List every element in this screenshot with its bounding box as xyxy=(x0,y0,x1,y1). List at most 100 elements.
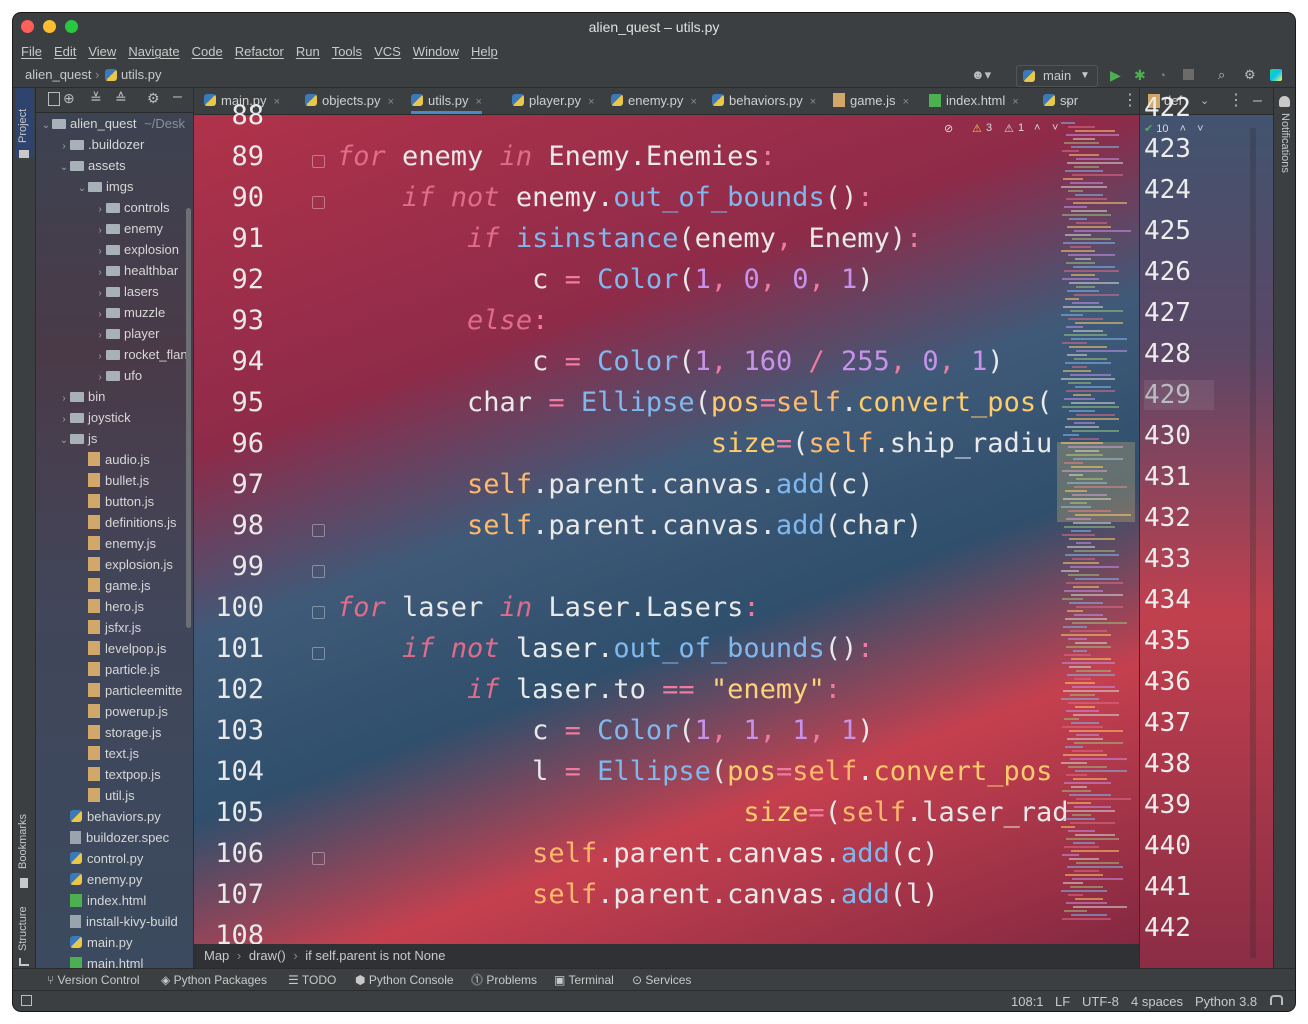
user-icon[interactable]: ☻▾ xyxy=(971,63,991,87)
menu-item-help[interactable]: Help xyxy=(471,41,498,63)
code-line[interactable]: else: xyxy=(337,305,548,336)
chevron-right-icon[interactable]: › xyxy=(94,262,106,283)
tree-item[interactable]: particleemitte xyxy=(36,680,193,701)
menu-item-view[interactable]: View xyxy=(88,41,116,63)
code-line[interactable]: for laser in Laser.Lasers: xyxy=(337,592,760,623)
tree-item[interactable]: ⌄ assets xyxy=(36,155,193,176)
tool-window-todo[interactable]: ☰ TODO xyxy=(288,969,336,991)
jetbrains-logo-icon[interactable] xyxy=(1270,69,1282,81)
chevron-right-icon[interactable]: › xyxy=(58,136,70,157)
tree-item[interactable]: install-kivy-build xyxy=(36,911,193,932)
tree-item[interactable]: audio.js xyxy=(36,449,193,470)
zoom-window-button[interactable] xyxy=(65,20,78,33)
tree-item[interactable]: button.js xyxy=(36,491,193,512)
line-separator[interactable]: LF xyxy=(1055,991,1070,1011)
menu-item-code[interactable]: Code xyxy=(192,41,223,63)
code-line[interactable]: if not laser.out_of_bounds(): xyxy=(337,633,873,664)
menu-item-navigate[interactable]: Navigate xyxy=(128,41,179,63)
code-line[interactable]: c = Color(1, 1, 1, 1) xyxy=(337,715,874,746)
fold-marker-icon[interactable] xyxy=(312,565,325,578)
breadcrumb-file[interactable]: utils.py xyxy=(121,63,161,87)
fold-marker-icon[interactable] xyxy=(312,647,325,660)
more-icon[interactable]: ⋮ xyxy=(1122,88,1138,114)
code-line[interactable]: for enemy in Enemy.Enemies: xyxy=(337,141,776,172)
chevron-down-icon[interactable]: ⌄ xyxy=(76,178,88,199)
lock-icon[interactable] xyxy=(1270,995,1283,1005)
notifications-tool-label[interactable]: Notifications xyxy=(1279,113,1291,173)
code-line[interactable]: l = Ellipse(pos=self.convert_pos xyxy=(337,756,1052,787)
code-line[interactable]: self.parent.canvas.add(char) xyxy=(337,510,922,541)
tree-item[interactable]: levelpop.js xyxy=(36,638,193,659)
tree-item[interactable]: ⌄ js xyxy=(36,428,193,449)
run-config-selector[interactable]: main ▼ xyxy=(1016,65,1098,87)
tab-enemy-py[interactable]: enemy.py × xyxy=(611,88,697,114)
chevron-down-icon[interactable]: ⌄ xyxy=(58,430,70,451)
fold-marker-icon[interactable] xyxy=(312,196,325,209)
code-line[interactable]: size=(self.ship_radiu xyxy=(337,428,1052,459)
code-line[interactable]: self.parent.canvas.add(c) xyxy=(337,838,938,869)
chevron-right-icon[interactable]: › xyxy=(94,325,106,346)
tree-item[interactable]: explosion.js xyxy=(36,554,193,575)
tree-item[interactable]: particle.js xyxy=(36,659,193,680)
menu-item-run[interactable]: Run xyxy=(296,41,320,63)
structure-tool-label[interactable]: Structure xyxy=(17,906,29,951)
toggle-tool-windows-icon[interactable] xyxy=(21,995,32,1006)
close-tab-icon[interactable]: × xyxy=(385,96,394,108)
tab-behaviors-py[interactable]: behaviors.py × xyxy=(712,88,816,114)
tab-index-html[interactable]: index.html × xyxy=(929,88,1019,114)
tree-item[interactable]: buildozer.spec xyxy=(36,827,193,848)
tree-item[interactable]: storage.js xyxy=(36,722,193,743)
chevron-right-icon[interactable]: › xyxy=(94,367,106,388)
close-window-button[interactable] xyxy=(21,20,34,33)
notifications-icon[interactable] xyxy=(1279,96,1290,107)
tree-item[interactable]: util.js xyxy=(36,785,193,806)
close-tab-icon[interactable]: × xyxy=(687,96,696,108)
tree-item[interactable]: enemy.js xyxy=(36,533,193,554)
code-line[interactable]: if laser.to == "enemy": xyxy=(337,674,841,705)
code-minimap[interactable] xyxy=(1057,122,1135,934)
indent-setting[interactable]: 4 spaces xyxy=(1131,991,1183,1011)
menu-item-tools[interactable]: Tools xyxy=(332,41,362,63)
select-opened-file-icon[interactable] xyxy=(48,92,60,106)
chevron-right-icon[interactable]: › xyxy=(94,304,106,325)
tree-item[interactable]: enemy.py xyxy=(36,869,193,890)
code-line[interactable]: size=(self.laser_rad xyxy=(337,797,1068,828)
code-line[interactable]: if not enemy.out_of_bounds(): xyxy=(337,182,873,213)
close-tab-icon[interactable]: × xyxy=(900,96,909,108)
tree-item[interactable]: behaviors.py xyxy=(36,806,193,827)
chevron-down-icon[interactable]: ⌄ xyxy=(58,157,70,178)
chevron-right-icon[interactable]: › xyxy=(94,199,106,220)
collapse-all-icon[interactable]: ≙ xyxy=(115,90,127,107)
menu-item-window[interactable]: Window xyxy=(413,41,459,63)
tree-item[interactable]: text.js xyxy=(36,743,193,764)
tool-window-version-control[interactable]: ⑂ Version Control xyxy=(47,969,140,991)
caret-position[interactable]: 108:1 xyxy=(1011,991,1044,1011)
code-line[interactable]: self.parent.canvas.add(l) xyxy=(337,879,938,910)
code-line[interactable]: self.parent.canvas.add(c) xyxy=(337,469,873,500)
close-tab-icon[interactable]: × xyxy=(1009,96,1018,108)
minimize-window-button[interactable] xyxy=(43,20,56,33)
code-area[interactable]: 88 89 for enemy in Enemy.Enemies: 90 if not… xyxy=(194,100,1139,951)
next-highlight-icon[interactable]: ˅ xyxy=(1197,123,1203,135)
breadcrumb-item[interactable]: Map xyxy=(204,948,229,963)
gear-icon[interactable]: ⚙ xyxy=(1244,63,1256,87)
tree-item[interactable]: control.py xyxy=(36,848,193,869)
tree-item[interactable]: powerup.js xyxy=(36,701,193,722)
tool-window-problems[interactable]: ⓵ Problems xyxy=(471,969,537,991)
tree-item[interactable]: › .buildozer xyxy=(36,134,193,155)
tool-window-python-console[interactable]: ⬢ Python Console xyxy=(355,969,454,991)
debug-icon[interactable]: ✱ xyxy=(1134,63,1146,87)
minimap-viewport[interactable] xyxy=(1057,442,1135,522)
tab-spr[interactable]: spr xyxy=(1043,88,1078,114)
tab-utils-py[interactable]: utils.py × xyxy=(411,88,482,114)
tree-item[interactable]: game.js xyxy=(36,575,193,596)
chevron-right-icon[interactable]: › xyxy=(94,283,106,304)
breadcrumb-project[interactable]: alien_quest xyxy=(25,63,92,87)
menu-item-edit[interactable]: Edit xyxy=(54,41,76,63)
fold-marker-icon[interactable] xyxy=(312,852,325,865)
tree-item[interactable]: › rocket_flan xyxy=(36,344,193,365)
tree-root[interactable]: ⌄ alien_quest ~/Desk xyxy=(36,113,193,134)
run-icon[interactable]: ▶ xyxy=(1110,63,1121,87)
tree-item[interactable]: jsfxr.js xyxy=(36,617,193,638)
hide-panel-icon[interactable]: – xyxy=(173,88,182,106)
